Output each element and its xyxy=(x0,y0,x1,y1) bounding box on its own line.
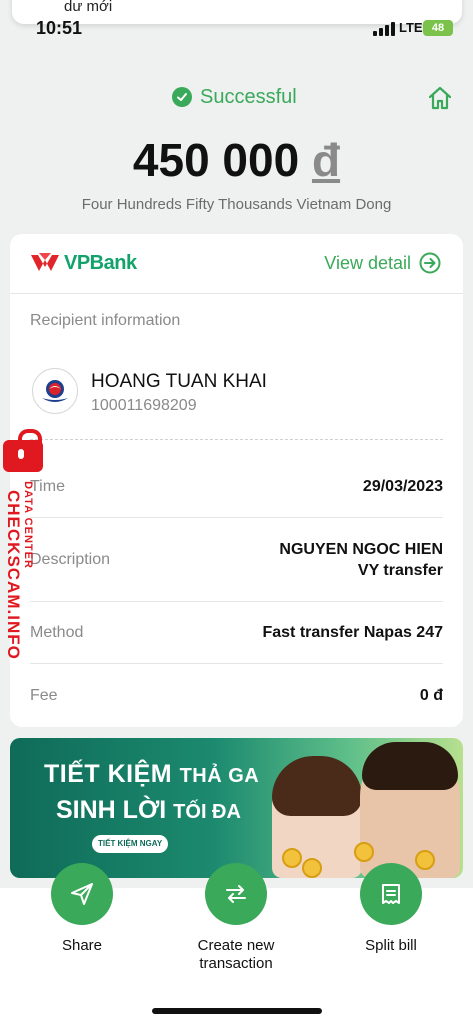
banner-line1: TIẾT KIỆM THẢ GA xyxy=(44,760,260,788)
detail-row-time: Time 29/03/2023 xyxy=(30,454,443,518)
row-value: Fast transfer Napas 247 xyxy=(262,624,443,641)
check-icon xyxy=(172,87,192,107)
detail-row-fee: Fee 0 đ xyxy=(30,664,443,727)
banner-cta[interactable]: TIẾT KIỆM NGAY xyxy=(92,835,169,853)
home-indicator[interactable] xyxy=(152,1008,322,1014)
share-button[interactable]: Share xyxy=(12,863,152,955)
action-bar: Share Create new transaction Split bill xyxy=(0,863,473,1024)
row-key: Fee xyxy=(30,687,58,704)
signal-icon xyxy=(373,22,395,36)
recipient-account: 100011698209 xyxy=(91,397,197,414)
coin-icon xyxy=(354,842,374,862)
network-type: LTE xyxy=(399,20,423,35)
detail-row-description: Description NGUYEN NGOC HIEN VY transfer xyxy=(30,518,443,602)
recipient-name: HOANG TUAN KHAI xyxy=(91,371,267,392)
amount-currency: đ xyxy=(311,134,341,186)
status-bar: 10:51 LTE 48 xyxy=(0,0,473,44)
battery-icon: 48 xyxy=(423,20,453,36)
arrow-right-circle-icon xyxy=(419,252,441,274)
status-time: 10:51 xyxy=(36,18,83,38)
row-value: 0 đ xyxy=(419,687,443,704)
row-value-line2: VY transfer xyxy=(357,562,443,579)
create-label-line2: transaction xyxy=(199,955,273,972)
card-header: VPBank View detail xyxy=(10,234,463,294)
row-key: Description xyxy=(30,551,111,568)
vpbank-logo: VPBank xyxy=(30,251,137,275)
amount: 450 000 đ xyxy=(0,133,473,187)
recipient-bank-avatar xyxy=(32,368,78,414)
banner-line2: SINH LỜI TỐI ĐA xyxy=(56,796,241,824)
success-status: Successful xyxy=(172,84,297,110)
send-icon xyxy=(51,863,113,925)
watermark-text: CHECKSCAM.INFO xyxy=(4,490,23,660)
split-label: Split bill xyxy=(365,937,417,954)
row-key: Method xyxy=(30,624,84,641)
view-detail-label: View detail xyxy=(324,252,411,273)
swap-icon xyxy=(205,863,267,925)
transaction-card: VPBank View detail Recipient information… xyxy=(10,234,463,727)
success-label: Successful xyxy=(200,85,297,108)
banner-hair xyxy=(362,742,458,790)
promo-banner[interactable]: TIẾT KIỆM THẢ GA SINH LỜI TỐI ĐA TIẾT KI… xyxy=(10,738,463,878)
create-label-line1: Create new xyxy=(197,937,275,954)
create-transaction-button[interactable]: Create new transaction xyxy=(166,863,306,973)
bank-name: VPBank xyxy=(64,251,137,274)
detail-row-method: Method Fast transfer Napas 247 xyxy=(30,602,443,664)
vpbank-mark-icon xyxy=(31,253,59,271)
share-label: Share xyxy=(61,937,103,954)
divider xyxy=(30,439,443,440)
row-value: 29/03/2023 xyxy=(362,478,443,495)
row-key: Time xyxy=(30,478,65,495)
row-value-line1: NGUYEN NGOC HIEN xyxy=(279,541,443,558)
receipt-icon xyxy=(360,863,422,925)
amount-value: 450 000 xyxy=(132,134,300,186)
recipient-label: Recipient information xyxy=(30,312,181,329)
split-bill-button[interactable]: Split bill xyxy=(321,863,461,955)
bank-logo-icon xyxy=(42,380,68,402)
view-detail-link[interactable]: View detail xyxy=(324,252,441,274)
watermark-lock-icon xyxy=(3,429,43,472)
home-icon[interactable] xyxy=(427,85,453,111)
banner-hair xyxy=(272,756,362,816)
amount-in-words: Four Hundreds Fifty Thousands Vietnam Do… xyxy=(81,196,392,213)
watermark-subtext: DATA CENTER xyxy=(22,481,34,569)
